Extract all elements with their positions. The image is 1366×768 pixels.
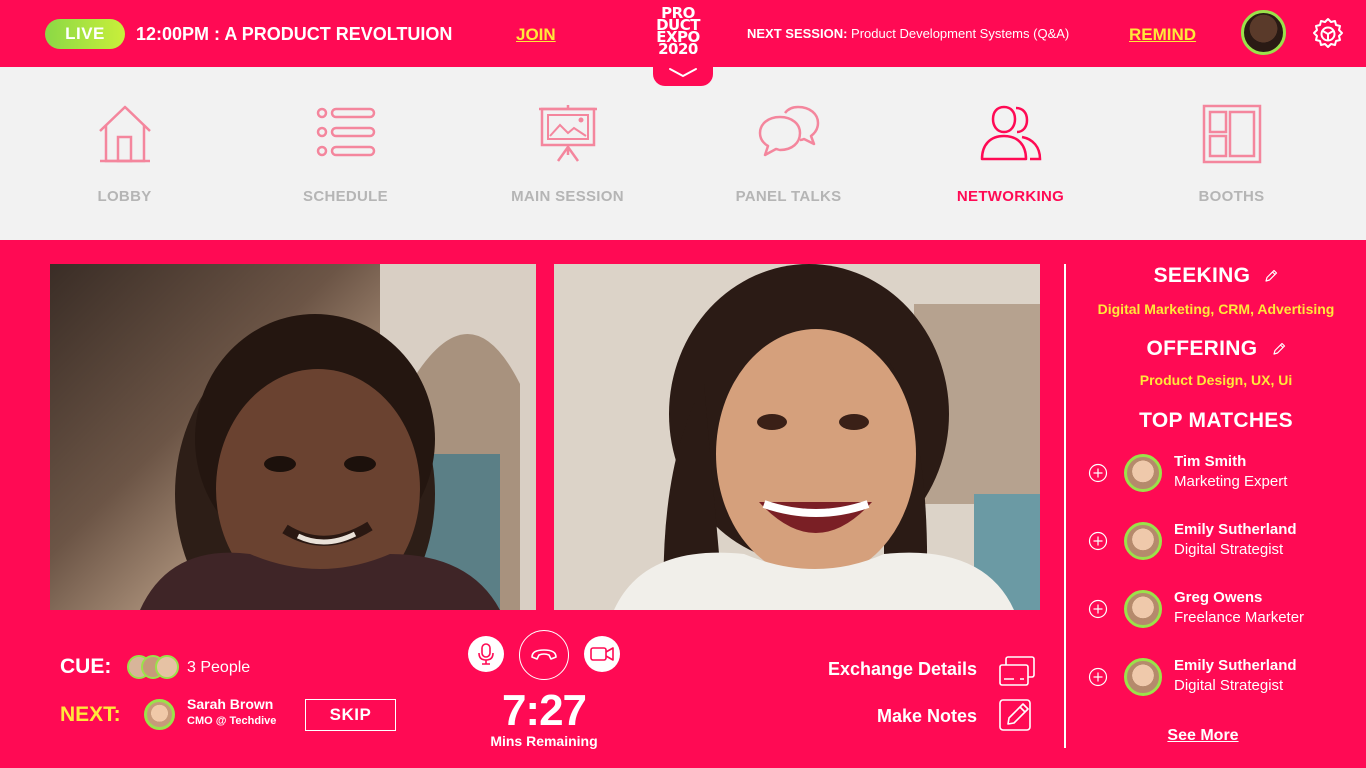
offering-title: OFFERING	[1146, 337, 1258, 360]
chevron-down-icon	[669, 68, 697, 78]
next-person-name: Sarah Brown	[187, 696, 274, 712]
nav-label: PANEL TALKS	[735, 188, 842, 205]
gear-icon	[1313, 18, 1343, 48]
main-nav: LOBBY SCHEDULE MAIN SESSION PANEL TALKS …	[0, 67, 1366, 240]
user-avatar[interactable]	[1241, 10, 1286, 55]
nav-item-lobby[interactable]: LOBBY	[14, 67, 235, 240]
exchange-details-icon[interactable]	[998, 655, 1036, 689]
join-link[interactable]: JOIN	[516, 25, 556, 45]
match-role: Digital Strategist	[1174, 677, 1284, 694]
cue-count: 3 People	[187, 659, 251, 676]
offering-value: Product Design, UX, Ui	[1139, 372, 1293, 388]
phone-hangup-icon	[531, 649, 557, 660]
cue-label: CUE:	[60, 655, 112, 678]
live-session-title: 12:00PM : A PRODUCT REVOLTUION	[136, 24, 453, 44]
mute-microphone-button[interactable]	[468, 636, 504, 672]
top-matches-heading: TOP MATCHES	[1139, 409, 1293, 432]
presentation-icon	[538, 105, 597, 162]
pencil-icon[interactable]	[1272, 342, 1286, 356]
match-name: Emily Sutherland	[1174, 521, 1297, 538]
add-circle-icon[interactable]	[1088, 599, 1108, 619]
settings-button[interactable]	[1310, 16, 1346, 52]
nav-label: BOOTHS	[1198, 188, 1265, 205]
nav-label: LOBBY	[97, 188, 152, 205]
house-icon	[98, 105, 151, 163]
video-feed-remote	[50, 264, 536, 610]
avatar	[1124, 454, 1162, 492]
remind-link[interactable]: REMIND	[1129, 25, 1196, 45]
match-role: Digital Strategist	[1174, 541, 1284, 558]
match-name: Greg Owens	[1174, 589, 1263, 606]
avatar	[1124, 590, 1162, 628]
business-cards-icon	[999, 656, 1035, 686]
toggle-camera-button[interactable]	[584, 636, 620, 672]
hang-up-button[interactable]	[519, 630, 569, 680]
nav-label: MAIN SESSION	[511, 188, 624, 205]
nav-label: SCHEDULE	[303, 188, 388, 205]
next-session-prefix: NEXT SESSION:	[747, 26, 848, 41]
next-session-info: NEXT SESSION: Product Development System…	[747, 26, 1069, 41]
participant-photo	[140, 264, 536, 610]
match-item[interactable]: Greg Owens Freelance Marketer	[1086, 588, 1366, 632]
match-role: Freelance Marketer	[1174, 609, 1305, 626]
add-circle-icon[interactable]	[1088, 531, 1108, 551]
cue-avatar-group[interactable]	[127, 655, 179, 679]
make-notes-button[interactable]: Make Notes	[777, 706, 977, 727]
call-timer: 7:27	[501, 686, 587, 735]
match-name: Emily Sutherland	[1174, 657, 1297, 674]
seeking-title: SEEKING	[1153, 264, 1251, 287]
add-circle-icon[interactable]	[1088, 463, 1108, 483]
match-item[interactable]: Emily Sutherland Digital Strategist	[1086, 656, 1366, 700]
exchange-details-button[interactable]: Exchange Details	[777, 659, 977, 680]
microphone-icon	[478, 643, 494, 665]
participant-photo	[554, 264, 1040, 610]
next-session-title: Product Development Systems (Q&A)	[851, 26, 1070, 41]
avatar	[1124, 522, 1162, 560]
chat-bubbles-icon	[758, 105, 819, 157]
nav-item-schedule[interactable]: SCHEDULE	[235, 67, 456, 240]
pencil-icon[interactable]	[1264, 269, 1278, 283]
event-logo[interactable]: PRO DUCT EXPO 2020	[648, 6, 708, 57]
video-camera-icon	[590, 647, 614, 661]
call-timer-label: Mins Remaining	[490, 733, 598, 749]
edit-note-icon	[999, 699, 1031, 731]
offering-heading: OFFERING	[1066, 337, 1366, 361]
match-item[interactable]: Emily Sutherland Digital Strategist	[1086, 520, 1366, 564]
top-bar: LIVE 12:00PM : A PRODUCT REVOLTUION JOIN…	[0, 0, 1366, 67]
next-person-avatar	[144, 699, 175, 730]
nav-item-networking[interactable]: NETWORKING	[900, 67, 1121, 240]
make-notes-icon[interactable]	[998, 698, 1036, 732]
people-icon	[980, 105, 1041, 161]
nav-item-main-session[interactable]: MAIN SESSION	[457, 67, 678, 240]
list-icon	[316, 107, 375, 157]
next-label: NEXT:	[60, 703, 121, 726]
seeking-value: Digital Marketing, CRM, Advertising	[1097, 301, 1335, 317]
match-role: Marketing Expert	[1174, 473, 1288, 490]
nav-item-booths[interactable]: BOOTHS	[1121, 67, 1342, 240]
live-badge: LIVE	[45, 19, 125, 49]
booth-layout-icon	[1202, 104, 1261, 164]
skip-button[interactable]: SKIP	[305, 699, 396, 731]
add-circle-icon[interactable]	[1088, 667, 1108, 687]
video-feed-self	[554, 264, 1040, 610]
collapse-nav-button[interactable]	[653, 60, 713, 86]
nav-item-panel-talks[interactable]: PANEL TALKS	[678, 67, 899, 240]
match-name: Tim Smith	[1174, 453, 1247, 470]
avatar	[1124, 658, 1162, 696]
avatar	[155, 655, 179, 679]
match-item[interactable]: Tim Smith Marketing Expert	[1086, 452, 1366, 496]
next-person-role: CMO @ Techdive	[187, 715, 277, 727]
seeking-heading: SEEKING	[1066, 264, 1366, 288]
nav-label: NETWORKING	[956, 188, 1065, 205]
see-more-link[interactable]: See More	[1066, 727, 1340, 745]
